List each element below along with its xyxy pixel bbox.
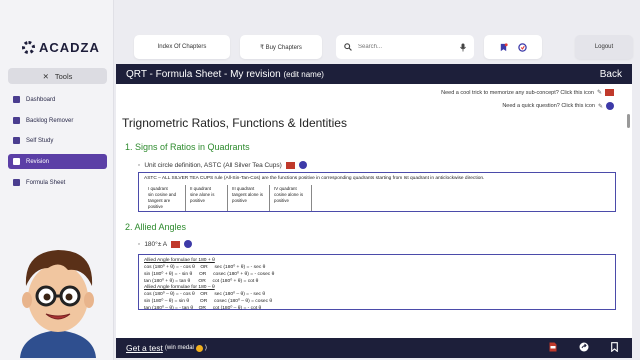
sub-concept-allied-angle: ◦ 180°± A <box>138 240 193 248</box>
share-icon[interactable] <box>579 342 589 352</box>
win-medal-close: ) <box>204 345 207 351</box>
buy-chapters-label: ₹ Buy Chapters <box>260 44 302 51</box>
question-hint: Need a quick question? Click this icon ✎ <box>502 102 614 110</box>
logout-label: Logout <box>594 44 614 50</box>
panel-title: QRT - Formula Sheet - My revision <box>126 68 281 80</box>
microphone-icon[interactable] <box>460 43 466 52</box>
question-icon[interactable] <box>184 240 193 248</box>
sub-concept-unit-circle: ◦ Unit circle definition, ASTC (All Silv… <box>138 161 307 169</box>
revision-icon <box>13 158 20 165</box>
sub-concept-label: 180°± A <box>144 240 168 248</box>
index-of-chapters-button[interactable]: Index Of Chapters <box>134 35 230 59</box>
dashboard-icon <box>13 96 20 103</box>
formula-heading: Allied Angle formulae for 180 + θ <box>144 258 215 263</box>
quadrant-line: tangent are positive <box>148 198 171 210</box>
quadrant-cell: IV quadrant cosine alone is positive <box>270 185 312 212</box>
notes-icon[interactable] <box>518 42 527 52</box>
acadza-logo[interactable]: ACADZA <box>22 40 100 55</box>
tools-button[interactable]: ✕ Tools <box>8 68 107 84</box>
quick-actions <box>484 35 542 59</box>
sidebar-item-label: Dashboard <box>26 96 56 103</box>
quadrant-cell: III quadrant tangent alone is positive <box>228 185 270 212</box>
back-button[interactable]: Back <box>600 69 622 80</box>
bullet-icon: ◦ <box>138 240 141 248</box>
buy-chapters-button[interactable]: ₹ Buy Chapters <box>240 35 322 59</box>
index-of-chapters-label: Index Of Chapters <box>157 44 207 50</box>
bottom-bar: Get a test (win medal ) <box>116 338 632 358</box>
mascot-avatar <box>20 250 96 358</box>
quadrant-cell: II quadrant sine alone is positive <box>186 185 228 212</box>
bookmark-icon[interactable] <box>611 342 618 352</box>
formula-line: cos (180⁰ + θ) = - cos θ OR sec (180⁰ + … <box>144 264 266 270</box>
backlog-icon <box>13 117 20 124</box>
panel-header: QRT - Formula Sheet - My revision (edit … <box>116 64 632 84</box>
tools-label: Tools <box>54 71 73 81</box>
formula-line: sin (180⁰ – θ) = sin θ OR cosec (180⁰ – … <box>144 299 273 305</box>
quadrant-line: positive <box>274 198 289 204</box>
trick-hint: Need a cool trick to memorize any sub-co… <box>441 89 614 96</box>
logout-button[interactable]: Logout <box>575 35 633 59</box>
logo-mark-icon <box>22 41 35 54</box>
page-title: Trignometric Ratios, Functions & Identit… <box>122 116 347 130</box>
formula-line: sin (180⁰ + θ) = - sin θ OR cosec (180⁰ … <box>144 271 275 277</box>
question-icon[interactable] <box>298 161 307 169</box>
sidebar-item-dashboard[interactable]: Dashboard <box>8 92 107 107</box>
bottom-actions <box>549 342 618 352</box>
sidebar-item-self-study[interactable]: Self Study <box>8 133 107 148</box>
win-medal-label: (win medal <box>164 345 194 351</box>
quadrant-table: I quadrant sin cosine and tangent are po… <box>144 185 610 212</box>
pencil-icon: ✎ <box>596 90 602 96</box>
bullet-icon: ◦ <box>138 161 141 169</box>
sidebar-item-label: Revision <box>26 158 50 165</box>
tools-icon: ✕ <box>42 71 49 81</box>
quadrant-cell: I quadrant sin cosine and tangent are po… <box>144 185 186 212</box>
panel-title-wrap: QRT - Formula Sheet - My revision (edit … <box>126 69 324 80</box>
trick-icon[interactable] <box>285 161 295 169</box>
pdf-icon[interactable] <box>549 342 557 352</box>
sidebar-item-label: Backlog Remover <box>26 117 74 124</box>
sidebar-item-backlog-remover[interactable]: Backlog Remover <box>8 113 107 128</box>
quadrant-line: positive <box>232 198 247 204</box>
medal-icon <box>195 344 203 352</box>
formula-sheet-panel: QRT - Formula Sheet - My revision (edit … <box>116 64 632 358</box>
sidebar: ACADZA ✕ Tools Dashboard Backlog Remover… <box>0 0 114 360</box>
astc-intro: ASTC – ALL SILVER TEA CUPS rule (All-Sin… <box>144 176 485 181</box>
trick-icon[interactable] <box>605 89 614 96</box>
sidebar-item-label: Formula Sheet <box>26 179 66 186</box>
question-hint-text: Need a quick question? Click this icon <box>502 103 595 109</box>
get-a-test-link[interactable]: Get a test <box>126 343 163 353</box>
scrollbar-thumb[interactable] <box>627 114 630 128</box>
sidebar-item-formula-sheet[interactable]: Formula Sheet <box>8 175 107 190</box>
formula-icon <box>13 179 20 186</box>
bookmark-star-icon[interactable] <box>499 42 508 52</box>
search-input[interactable] <box>358 44 454 50</box>
sub-concept-label: Unit circle definition, ASTC (All Silver… <box>144 161 282 169</box>
book-icon <box>13 137 20 144</box>
question-icon[interactable] <box>606 102 614 110</box>
quadrant-line: positive <box>190 198 205 204</box>
search-icon <box>344 43 352 51</box>
trick-hint-text: Need a cool trick to memorize any sub-co… <box>441 89 594 96</box>
trick-icon[interactable] <box>171 240 181 248</box>
search-bar <box>336 35 474 59</box>
allied-angle-content-box: Allied Angle formulae for 180 + θ cos (1… <box>138 254 616 312</box>
section-title: 2. Allied Angles <box>125 222 187 232</box>
formula-line: tan (180⁰ – θ) = - tan θ OR cot (180⁰ – … <box>144 306 262 312</box>
sidebar-item-revision[interactable]: Revision <box>8 154 107 169</box>
astc-content-box: ASTC – ALL SILVER TEA CUPS rule (All-Sin… <box>138 172 616 212</box>
section-title: 1. Signs of Ratios in Quadrants <box>125 142 250 152</box>
sidebar-item-label: Self Study <box>26 137 54 144</box>
pencil-icon: ✎ <box>597 103 603 110</box>
brand-name: ACADZA <box>39 40 100 55</box>
edit-name-link[interactable]: (edit name) <box>283 70 323 79</box>
